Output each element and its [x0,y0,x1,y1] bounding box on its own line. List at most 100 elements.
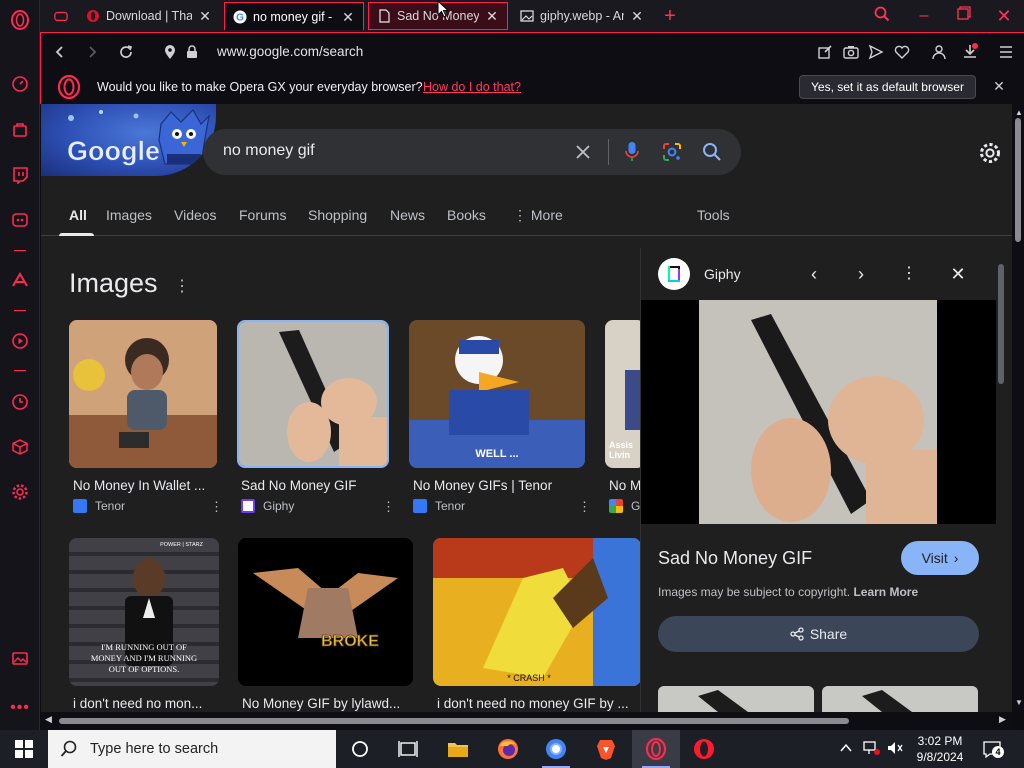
more-vert-icon[interactable]: ⋮ [899,264,919,284]
result-source[interactable]: G [609,499,640,513]
window-close-icon[interactable]: ✕ [994,6,1014,26]
new-tab-plus-icon[interactable]: + [660,6,680,26]
tab-google-search[interactable]: G no money gif - G ✕ [224,2,364,30]
search-bar[interactable]: no money gif [203,129,741,175]
result-source[interactable]: Giphy [241,499,294,513]
tab-forums[interactable]: Forums [239,207,286,223]
result-title[interactable]: i don't need no mon... [73,696,217,711]
windows-start-icon[interactable] [0,730,48,768]
tab-gx-corner[interactable] [46,2,76,30]
result-thumbnail[interactable]: BROKE [238,538,413,686]
result-title[interactable]: No Money GIF by lylawd... [242,696,412,711]
tab-all[interactable]: All [69,207,87,223]
result-thumbnail[interactable]: Assis Livin [605,320,645,468]
tab-tools[interactable]: Tools [697,207,730,223]
image-gallery-icon[interactable] [10,648,30,668]
related-image[interactable] [822,686,978,712]
reload-icon[interactable] [115,41,137,63]
result-source[interactable]: Tenor [413,499,465,513]
related-image[interactable] [658,686,814,712]
visit-button[interactable]: Visit › [901,541,979,575]
profile-icon[interactable] [930,43,948,61]
close-icon[interactable]: ✕ [341,10,355,24]
settings-gear-icon[interactable] [10,482,30,502]
tab-download[interactable]: Download | Thar ✕ [78,2,220,30]
file-explorer-icon[interactable] [434,730,482,768]
vertical-scrollbar[interactable]: ▲ ▼ [1012,104,1024,712]
scroll-thumb[interactable] [59,718,849,724]
opera-logo-icon[interactable] [10,10,30,30]
lock-icon[interactable] [181,41,203,63]
aria-icon[interactable] [10,270,30,290]
taskbar-search-box[interactable]: Type here to search [48,730,336,768]
extensions-cube-icon[interactable] [10,437,30,457]
search-tabs-icon[interactable] [872,6,892,26]
notification-icon[interactable]: 4 [982,740,1004,759]
location-pin-icon[interactable] [159,41,181,63]
clock[interactable]: 3:02 PM 9/8/2024 [913,733,967,765]
preview-source[interactable]: Giphy [704,266,741,282]
more-vert-icon[interactable]: ⋮ [210,499,223,515]
microphone-icon[interactable] [621,141,643,163]
forward-arrow-icon[interactable] [81,41,103,63]
tab-more[interactable]: ⋮ More [513,207,563,224]
close-icon[interactable]: ✕ [198,9,212,23]
previous-icon[interactable]: ‹ [804,264,824,284]
tab-news[interactable]: News [390,207,425,223]
url-text[interactable]: www.google.com/search [217,44,363,59]
chrome-icon[interactable] [532,730,580,768]
brave-icon[interactable] [582,730,630,768]
speedometer-icon[interactable] [10,74,30,94]
history-icon[interactable] [10,392,30,412]
result-title[interactable]: i don't need no money GIF by ... [437,696,637,711]
how-to-link[interactable]: How do I do that? [423,80,521,94]
heart-icon[interactable] [893,43,911,61]
tab-images[interactable]: Images [106,207,152,223]
twitch-icon[interactable] [10,165,30,185]
search-input[interactable]: no money gif [223,142,315,160]
firefox-icon[interactable] [484,730,532,768]
opera-gx-taskbar-icon[interactable] [632,730,680,768]
minimize-icon[interactable]: – [914,6,934,26]
scroll-down-icon[interactable]: ▼ [1015,698,1023,707]
discord-icon[interactable] [10,210,30,230]
scroll-thumb[interactable] [1015,118,1021,242]
next-icon[interactable]: › [851,264,871,284]
result-thumbnail[interactable]: * CRASH * [433,538,641,686]
search-icon[interactable] [701,141,723,163]
result-title[interactable]: Sad No Money GIF [241,478,383,493]
clear-icon[interactable] [572,141,594,163]
tab-shopping[interactable]: Shopping [308,207,367,223]
horizontal-scrollbar[interactable]: ◀ ▶ [41,712,1012,730]
preview-title[interactable]: Sad No Money GIF [658,548,812,569]
gx-bag-icon[interactable] [10,119,30,139]
download-icon[interactable] [961,43,979,61]
more-vert-icon[interactable]: ⋮ [382,499,395,515]
close-icon[interactable]: ✕ [991,78,1007,94]
scroll-right-icon[interactable]: ▶ [999,714,1006,725]
result-thumbnail[interactable]: POWER | STARZ I'M RUNNING OUT OF MONEY A… [69,538,219,686]
tab-giphy-webp[interactable]: giphy.webp - An ✕ [512,2,652,30]
maximize-icon[interactable] [954,6,974,26]
scroll-left-icon[interactable]: ◀ [45,714,52,725]
preview-scroll-thumb[interactable] [998,264,1004,384]
result-thumbnail[interactable] [69,320,217,468]
preview-image[interactable] [641,300,996,524]
more-vert-icon[interactable]: ⋮ [578,499,591,515]
camera-icon[interactable] [842,43,860,61]
cortana-icon[interactable] [336,730,384,768]
send-icon[interactable] [867,43,885,61]
preview-scrollbar[interactable] [996,252,1006,712]
opera-icon[interactable] [680,730,728,768]
edit-icon[interactable] [816,43,834,61]
chevron-up-icon[interactable] [838,740,854,756]
result-title[interactable]: No Money GIFs | Tenor [413,478,583,493]
volume-muted-icon[interactable] [886,740,904,756]
menu-lines-icon[interactable] [997,43,1015,61]
google-doodle[interactable]: Google [41,104,216,176]
close-icon[interactable]: ✕ [485,9,499,23]
result-thumbnail[interactable]: WELL ... [409,320,585,468]
close-icon[interactable]: ✕ [630,9,644,23]
scroll-up-icon[interactable]: ▲ [1015,108,1023,117]
tab-videos[interactable]: Videos [174,207,217,223]
